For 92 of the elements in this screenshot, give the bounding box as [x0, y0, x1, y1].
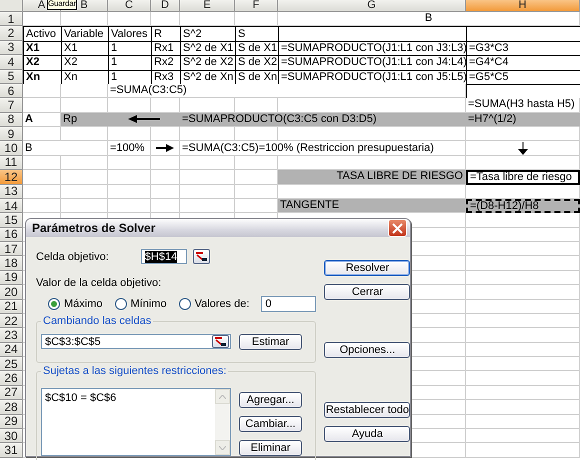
arrow-right-icon [156, 144, 174, 152]
field-value: $C$3:$C$5 [45, 336, 101, 348]
spreadsheet-cell[interactable]: =100% [108, 141, 151, 156]
row-header[interactable]: 21 [0, 300, 23, 314]
dialog-title: Parámetros de Solver [32, 221, 156, 235]
changing-cells-field[interactable]: $C$3:$C$5 [41, 334, 231, 349]
row-header[interactable]: 29 [0, 414, 23, 429]
row-header[interactable]: 3 [0, 40, 23, 56]
row-header[interactable]: 2 [0, 26, 23, 41]
row-header[interactable]: 4 [0, 55, 23, 70]
dialog-button[interactable]: Ayuda [324, 426, 410, 442]
column-header[interactable]: C [108, 0, 151, 12]
collapse-icon [215, 337, 226, 346]
row-header[interactable]: 10 [0, 141, 23, 156]
row-header[interactable]: 16 [0, 228, 23, 242]
estimate-button[interactable]: Estimar [239, 334, 302, 350]
column-header[interactable]: E [180, 0, 235, 12]
spreadsheet-cell[interactable]: =SUMA(C3:C5) [108, 84, 466, 98]
spreadsheet-cell[interactable]: =SUMAPRODUCTO(C3:C5 con D3:D5) [180, 112, 466, 127]
spreadsheet-cell[interactable]: =SUMA(H3 hasta H5) [466, 98, 580, 113]
spreadsheet-cell[interactable]: TASA LIBRE DE RIESGO [278, 170, 466, 184]
constraint-button[interactable]: Agregar... [239, 392, 302, 408]
spreadsheet-cell[interactable]: Rp [61, 112, 108, 127]
row-header[interactable]: 28 [0, 400, 23, 414]
spreadsheet-cell[interactable]: Activo [23, 26, 62, 42]
row-header[interactable]: 8 [0, 112, 23, 127]
constraint-item[interactable]: $C$10 = $C$6 [45, 392, 116, 404]
constraint-button[interactable]: Cambiar... [239, 416, 302, 432]
group-legend: Sujetas a las siguientes restricciones: [41, 365, 228, 377]
column-header[interactable]: G [278, 0, 466, 12]
row-header[interactable]: 30 [0, 428, 23, 444]
target-cell-field[interactable]: $H$14 [140, 249, 187, 264]
row-header[interactable]: 20 [0, 285, 23, 300]
row-header[interactable]: 23 [0, 328, 23, 343]
close-button[interactable] [388, 219, 407, 237]
collapse-dialog-button[interactable] [212, 335, 229, 348]
caret-down-icon [219, 446, 226, 450]
row-header[interactable]: 1 [0, 12, 23, 26]
dialog-button[interactable]: Restablecer todo [324, 402, 410, 418]
caret-up-icon [219, 394, 226, 398]
row-header[interactable]: 9 [0, 127, 23, 142]
tooltip: Guardar [47, 0, 77, 10]
row-header[interactable]: 12 [0, 170, 23, 184]
close-icon [392, 222, 403, 234]
spreadsheet-cell[interactable]: =H7^(1/2) [466, 112, 580, 127]
radio-circle[interactable] [178, 298, 191, 310]
row-header[interactable]: 18 [0, 256, 23, 271]
constraint-button[interactable]: Eliminar [239, 440, 302, 456]
row-header[interactable]: 7 [0, 98, 23, 113]
row-header[interactable]: 25 [0, 357, 23, 372]
column-header[interactable]: D [151, 0, 180, 12]
spreadsheet-cell[interactable]: B [278, 12, 580, 26]
row-header[interactable]: 11 [0, 156, 23, 170]
row-header[interactable]: 15 [0, 213, 23, 228]
row-header[interactable]: 27 [0, 386, 23, 400]
radio-circle[interactable] [114, 298, 127, 310]
column-header[interactable]: H [466, 0, 580, 12]
row-header[interactable]: 26 [0, 371, 23, 386]
spreadsheet-cell[interactable]: A [23, 112, 61, 127]
group-legend: Cambiando las celdas [41, 315, 154, 327]
spreadsheet-cell[interactable]: TANGENTE [278, 198, 466, 214]
spreadsheet-cell[interactable]: =(D8-H12)/H8 [466, 198, 580, 214]
collapse-icon [196, 252, 207, 261]
spreadsheet-cell[interactable]: B [23, 141, 108, 156]
select-all-corner[interactable] [0, 0, 23, 12]
spreadsheet-cell[interactable]: =SUMA(C3:C5)=100% (Restriccion presupuestaria) [180, 141, 466, 156]
scroll-up-button[interactable] [215, 389, 230, 404]
collapse-dialog-button[interactable] [192, 249, 210, 264]
arrow-left-icon [128, 115, 160, 124]
value-field[interactable]: 0 [261, 296, 316, 312]
row-header[interactable]: 22 [0, 314, 23, 328]
row-header[interactable]: 24 [0, 342, 23, 357]
radio-option[interactable]: Mínimo [114, 298, 167, 310]
row-header[interactable]: 31 [0, 443, 23, 458]
row-header[interactable]: 17 [0, 242, 23, 256]
target-cell-label: Celda objetivo: [36, 250, 109, 262]
row-header[interactable]: 6 [0, 84, 23, 98]
dialog-button[interactable]: Cerrar [324, 284, 410, 300]
column-header[interactable]: F [235, 0, 278, 12]
radio-circle[interactable] [48, 298, 60, 310]
objective-value-label: Valor de la celda objetivo: [36, 277, 162, 289]
row-header[interactable]: 19 [0, 270, 23, 286]
spreadsheet-cell[interactable]: =Tasa libre de riesgo [466, 170, 580, 184]
row-header[interactable]: 13 [0, 184, 23, 199]
radio-option[interactable]: Valores de: [178, 298, 250, 310]
arrow-down-icon [518, 142, 528, 155]
radio-option[interactable]: Máximo [48, 298, 103, 310]
row-header[interactable]: 5 [0, 70, 23, 84]
row-header[interactable]: 14 [0, 198, 23, 214]
scroll-down-button[interactable] [215, 440, 230, 455]
dialog-button[interactable]: Opciones... [324, 342, 410, 358]
dialog-button[interactable]: Resolver [324, 260, 410, 276]
